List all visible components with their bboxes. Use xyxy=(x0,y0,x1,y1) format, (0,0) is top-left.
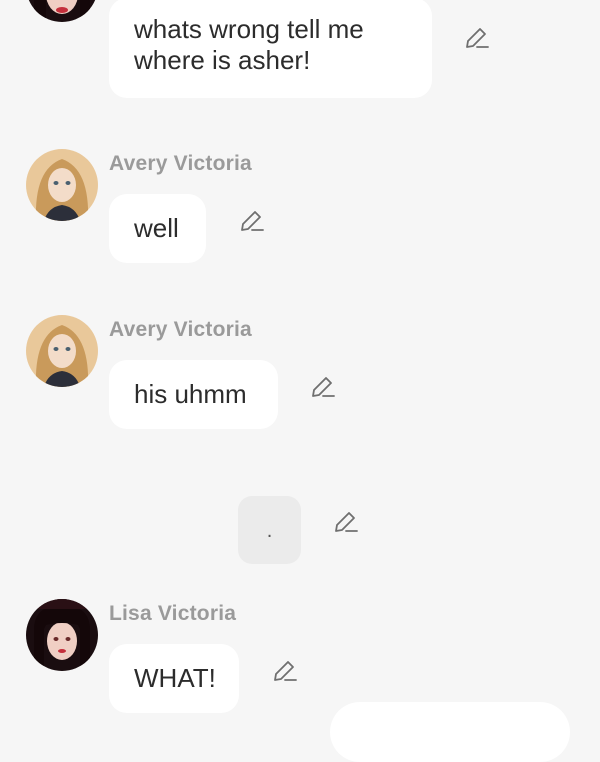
avatar-lisa-victoria[interactable] xyxy=(26,0,98,22)
pencil-edit-icon[interactable] xyxy=(463,25,489,51)
sender-name: Lisa Victoria xyxy=(109,602,237,625)
pencil-edit-icon[interactable] xyxy=(309,374,335,400)
avatar-avery-victoria[interactable] xyxy=(26,149,98,221)
sender-name: Avery Victoria xyxy=(109,152,252,175)
message-text: . xyxy=(266,520,273,542)
message-text: whats wrong tell me where is asher! xyxy=(134,14,364,75)
system-message-bubble[interactable]: . xyxy=(238,496,301,564)
message-bubble[interactable]: well xyxy=(109,194,206,263)
pencil-edit-icon[interactable] xyxy=(238,208,264,234)
message-bubble[interactable]: WHAT! xyxy=(109,644,239,713)
avatar-lisa-victoria[interactable] xyxy=(26,599,98,671)
message-text: well xyxy=(134,213,179,243)
avatar-avery-victoria[interactable] xyxy=(26,315,98,387)
pencil-edit-icon[interactable] xyxy=(332,509,358,535)
message-text: WHAT! xyxy=(134,663,216,693)
partial-message-bubble[interactable] xyxy=(330,702,570,762)
message-text: his uhmm xyxy=(134,379,247,409)
pencil-edit-icon[interactable] xyxy=(271,658,297,684)
sender-name: Avery Victoria xyxy=(109,318,252,341)
message-bubble[interactable]: whats wrong tell me where is asher! xyxy=(109,0,432,98)
message-bubble[interactable]: his uhmm xyxy=(109,360,278,429)
